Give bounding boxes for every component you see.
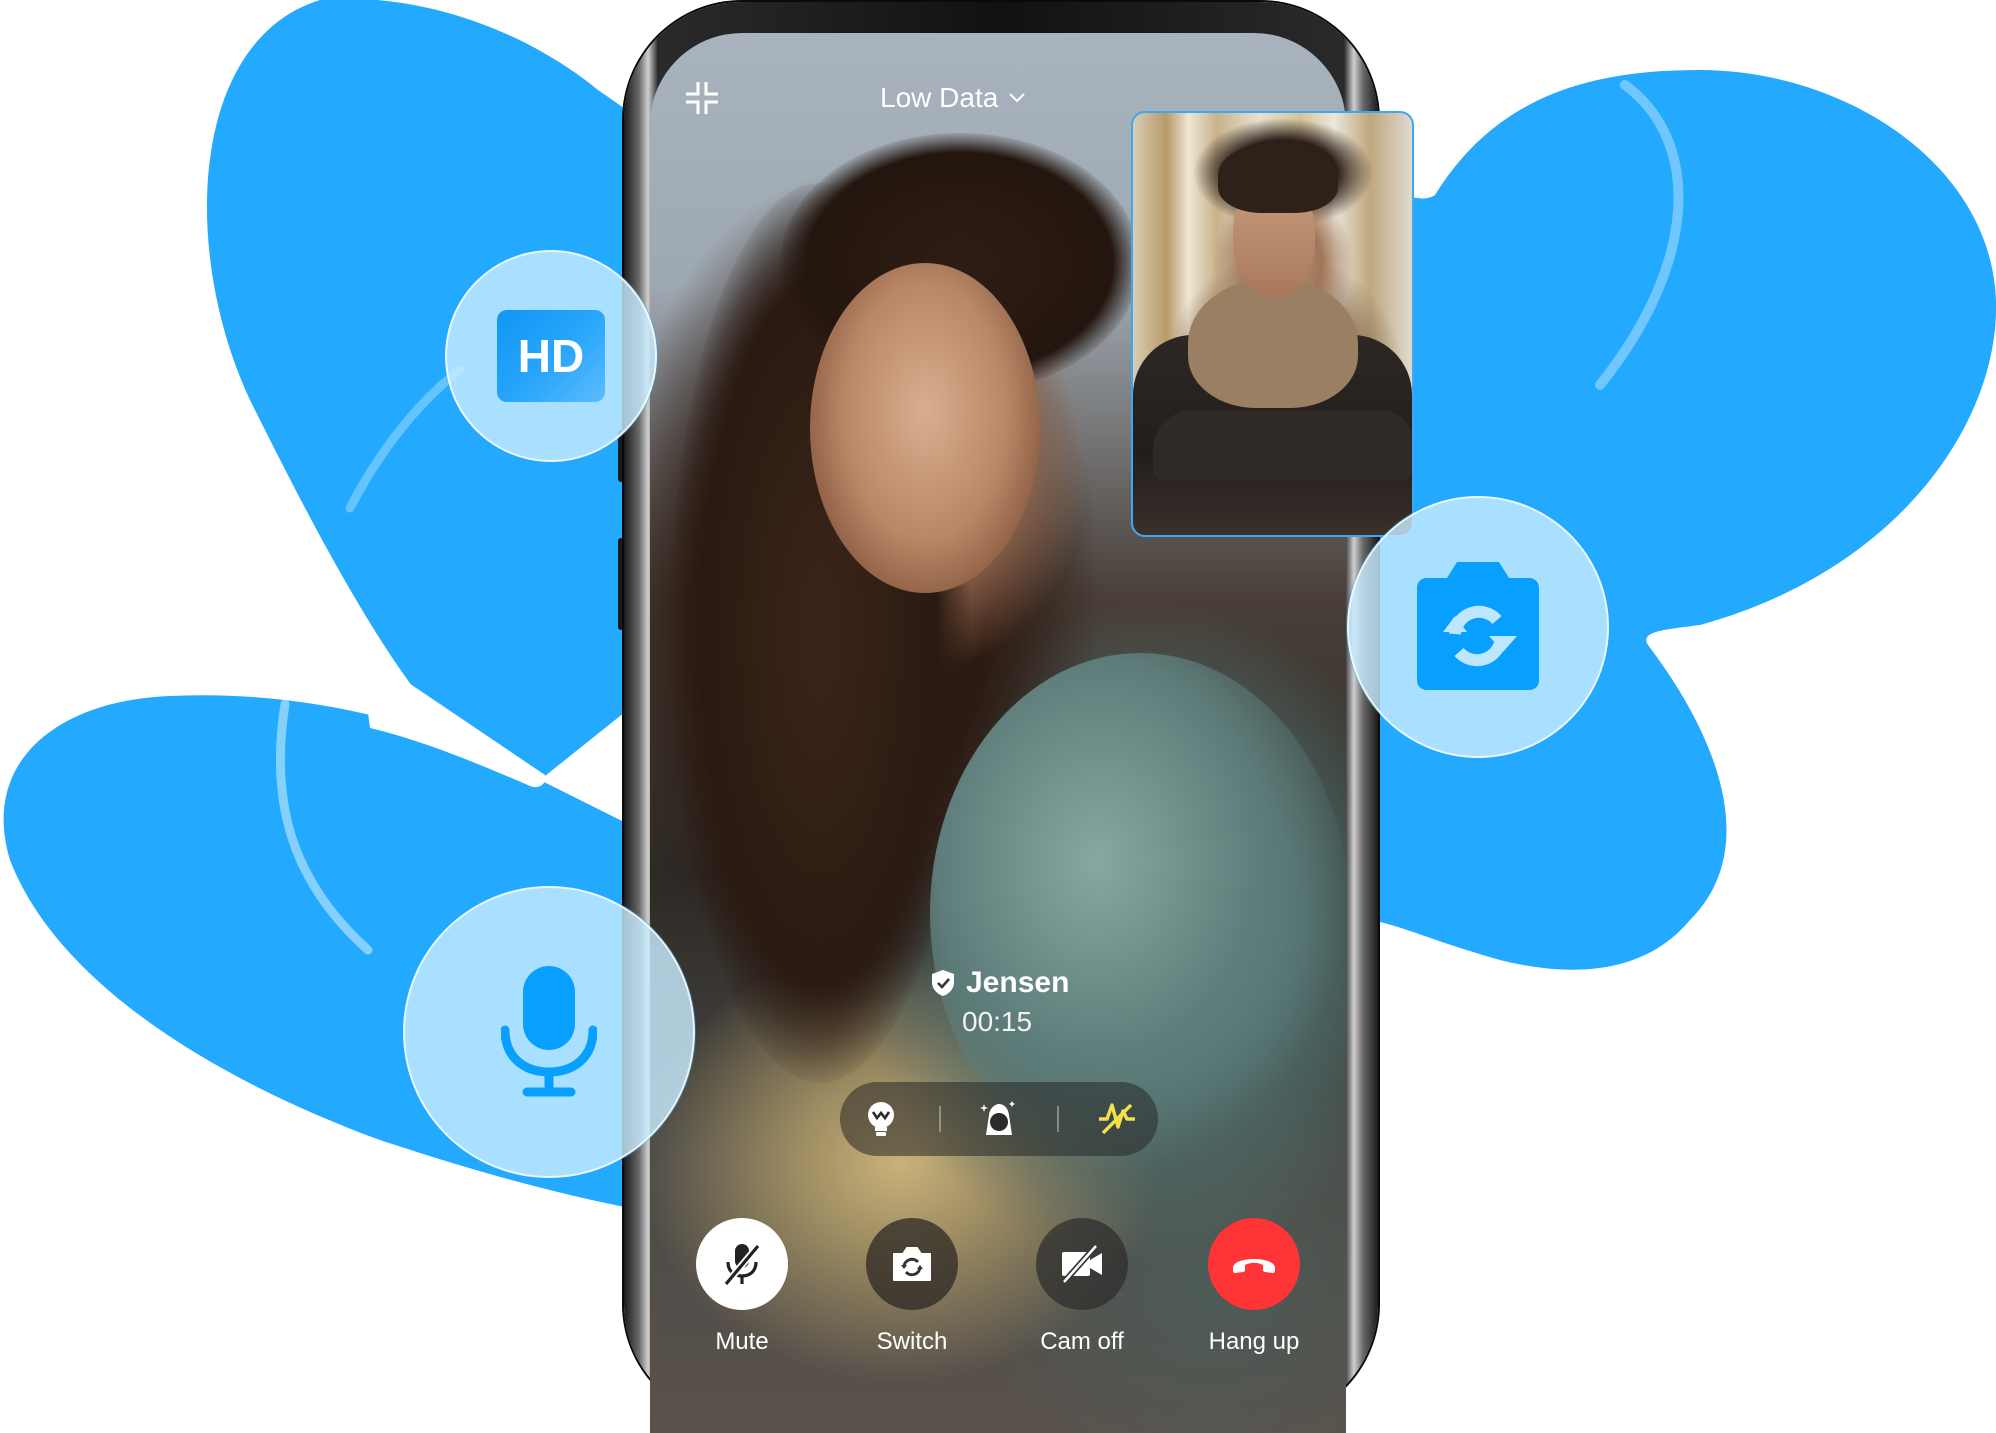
video-face (810, 263, 1040, 593)
camera-switch-icon (893, 1247, 931, 1281)
effect-light-button[interactable] (857, 1095, 905, 1143)
pip-hair (1218, 143, 1338, 213)
lightbulb-icon (868, 1102, 894, 1136)
hd-label: HD (517, 330, 585, 382)
hd-feature-badge: HD (445, 250, 657, 462)
camera-off-button[interactable]: Cam off (1036, 1218, 1128, 1356)
pip-arms (1153, 410, 1412, 480)
caller-info: Jensen (930, 966, 1069, 1000)
quality-selector[interactable]: Low Data (880, 78, 1026, 118)
camera-off-label: Cam off (1040, 1328, 1124, 1355)
quality-selector-label: Low Data (880, 82, 999, 113)
effect-beauty-button[interactable] (975, 1095, 1023, 1143)
effects-bar (840, 1082, 1158, 1156)
collapse-icon (686, 82, 718, 114)
effect-low-light-button[interactable] (1093, 1095, 1141, 1143)
self-view-pip[interactable] (1131, 111, 1414, 537)
phone-hangup-icon (1233, 1259, 1275, 1273)
caller-name: Jensen (966, 966, 1070, 999)
shield-check-icon (932, 970, 954, 996)
hang-up-label: Hang up (1208, 1328, 1300, 1355)
microphone-feature-badge (403, 886, 695, 1178)
effects-divider (939, 1106, 941, 1132)
mute-label: Mute (715, 1328, 769, 1355)
mute-button-circle[interactable] (696, 1218, 788, 1310)
camera-switch-icon (1417, 562, 1539, 690)
switch-label: Switch (876, 1328, 948, 1355)
camera-switch-feature-badge (1347, 496, 1609, 758)
hang-up-button[interactable]: Hang up (1208, 1218, 1300, 1356)
camera-off-button-circle[interactable] (1036, 1218, 1128, 1310)
switch-camera-button[interactable]: Switch (866, 1218, 958, 1356)
effects-divider (1057, 1106, 1059, 1132)
collapse-button[interactable] (684, 80, 720, 116)
chevron-down-icon (1009, 93, 1026, 103)
switch-camera-button-circle[interactable] (866, 1218, 958, 1310)
microphone-icon (501, 966, 597, 1097)
hang-up-button-circle[interactable] (1208, 1218, 1300, 1310)
mic-off-icon (723, 1243, 761, 1287)
video-off-icon (1061, 1244, 1102, 1284)
face-sparkle-icon (980, 1101, 1015, 1135)
mute-button[interactable]: Mute (696, 1218, 788, 1356)
call-duration: 00:15 (962, 1006, 1033, 1037)
hd-icon: HD (497, 310, 605, 402)
zigzag-boost-icon (1099, 1103, 1135, 1135)
